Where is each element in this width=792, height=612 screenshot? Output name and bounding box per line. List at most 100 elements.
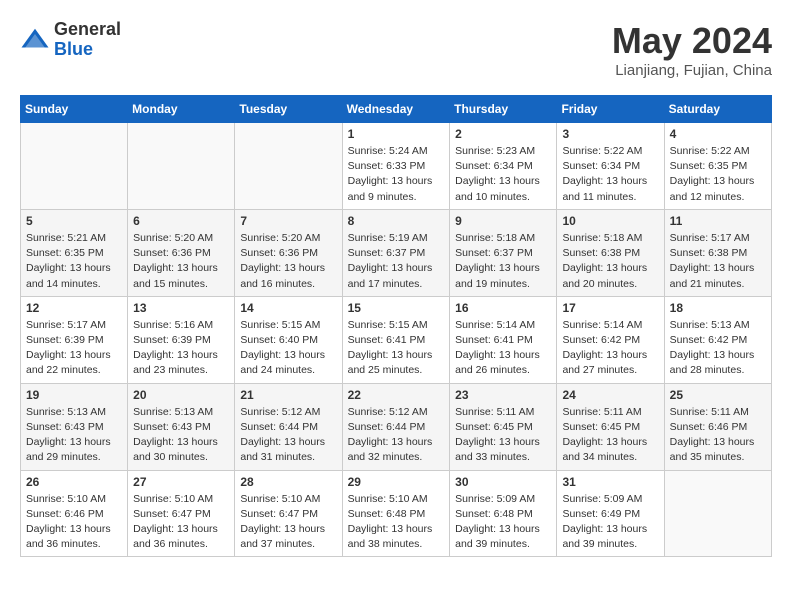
day-number: 25	[670, 388, 766, 402]
calendar-cell: 19 Sunrise: 5:13 AMSunset: 6:43 PMDayligh…	[21, 383, 128, 470]
calendar-cell: 14 Sunrise: 5:15 AMSunset: 6:40 PMDayligh…	[235, 296, 342, 383]
day-info: Sunrise: 5:10 AMSunset: 6:46 PMDaylight:…	[26, 492, 122, 553]
month-year: May 2024	[612, 20, 772, 62]
weekday-header: Monday	[128, 96, 235, 123]
weekday-header-row: SundayMondayTuesdayWednesdayThursdayFrid…	[21, 96, 772, 123]
day-number: 23	[455, 388, 551, 402]
calendar-week-row: 26 Sunrise: 5:10 AMSunset: 6:46 PMDayligh…	[21, 470, 772, 557]
day-info: Sunrise: 5:10 AMSunset: 6:47 PMDaylight:…	[133, 492, 229, 553]
day-number: 9	[455, 214, 551, 228]
day-info: Sunrise: 5:16 AMSunset: 6:39 PMDaylight:…	[133, 318, 229, 379]
day-number: 2	[455, 127, 551, 141]
day-number: 24	[562, 388, 658, 402]
day-number: 1	[348, 127, 445, 141]
day-info: Sunrise: 5:09 AMSunset: 6:49 PMDaylight:…	[562, 492, 658, 553]
day-info: Sunrise: 5:14 AMSunset: 6:41 PMDaylight:…	[455, 318, 551, 379]
calendar-cell: 10Sunrise: 5:18 AMSunset: 6:38 PMDayligh…	[557, 209, 664, 296]
day-info: Sunrise: 5:15 AMSunset: 6:40 PMDaylight:…	[240, 318, 336, 379]
calendar-cell: 29Sunrise: 5:10 AMSunset: 6:48 PMDayligh…	[342, 470, 450, 557]
calendar-cell: 2Sunrise: 5:23 AMSunset: 6:34 PMDaylight…	[450, 123, 557, 210]
day-info: Sunrise: 5:21 AMSunset: 6:35 PMDaylight:…	[26, 231, 122, 292]
logo-icon	[20, 25, 50, 55]
calendar-cell: 8Sunrise: 5:19 AMSunset: 6:37 PMDaylight…	[342, 209, 450, 296]
day-number: 12	[26, 301, 122, 315]
calendar-cell: 22Sunrise: 5:12 AMSunset: 6:44 PMDayligh…	[342, 383, 450, 470]
calendar-cell: 30 Sunrise: 5:09 AMSunset: 6:48 PMDayligh…	[450, 470, 557, 557]
day-number: 20	[133, 388, 229, 402]
page-header: General Blue May 2024 Lianjiang, Fujian,…	[20, 20, 772, 79]
calendar-cell	[664, 470, 771, 557]
day-info: Sunrise: 5:10 AMSunset: 6:47 PMDaylight:…	[240, 492, 336, 553]
logo-blue: Blue	[54, 40, 121, 60]
calendar-cell: 11 Sunrise: 5:17 AMSunset: 6:38 PMDayligh…	[664, 209, 771, 296]
day-number: 11	[670, 214, 766, 228]
day-info: Sunrise: 5:22 AMSunset: 6:35 PMDaylight:…	[670, 144, 766, 205]
day-info: Sunrise: 5:13 AMSunset: 6:43 PMDaylight:…	[133, 405, 229, 466]
location: Lianjiang, Fujian, China	[612, 62, 772, 79]
day-info: Sunrise: 5:18 AMSunset: 6:37 PMDaylight:…	[455, 231, 551, 292]
calendar-table: SundayMondayTuesdayWednesdayThursdayFrid…	[20, 95, 772, 557]
logo-general: General	[54, 20, 121, 40]
weekday-header: Friday	[557, 96, 664, 123]
day-info: Sunrise: 5:11 AMSunset: 6:45 PMDaylight:…	[562, 405, 658, 466]
calendar-cell: 24 Sunrise: 5:11 AMSunset: 6:45 PMDayligh…	[557, 383, 664, 470]
weekday-header: Wednesday	[342, 96, 450, 123]
calendar-cell: 23 Sunrise: 5:11 AMSunset: 6:45 PMDayligh…	[450, 383, 557, 470]
day-info: Sunrise: 5:14 AMSunset: 6:42 PMDaylight:…	[562, 318, 658, 379]
weekday-header: Sunday	[21, 96, 128, 123]
day-info: Sunrise: 5:13 AMSunset: 6:43 PMDaylight:…	[26, 405, 122, 466]
day-number: 26	[26, 475, 122, 489]
day-number: 21	[240, 388, 336, 402]
calendar-cell: 28 Sunrise: 5:10 AMSunset: 6:47 PMDayligh…	[235, 470, 342, 557]
calendar-cell: 3Sunrise: 5:22 AMSunset: 6:34 PMDaylight…	[557, 123, 664, 210]
calendar-cell: 31 Sunrise: 5:09 AMSunset: 6:49 PMDayligh…	[557, 470, 664, 557]
day-number: 28	[240, 475, 336, 489]
calendar-cell	[128, 123, 235, 210]
calendar-cell: 13 Sunrise: 5:16 AMSunset: 6:39 PMDayligh…	[128, 296, 235, 383]
calendar-cell	[235, 123, 342, 210]
day-info: Sunrise: 5:11 AMSunset: 6:45 PMDaylight:…	[455, 405, 551, 466]
day-info: Sunrise: 5:12 AMSunset: 6:44 PMDaylight:…	[240, 405, 336, 466]
day-number: 16	[455, 301, 551, 315]
calendar-cell: 26 Sunrise: 5:10 AMSunset: 6:46 PMDayligh…	[21, 470, 128, 557]
day-number: 18	[670, 301, 766, 315]
day-info: Sunrise: 5:12 AMSunset: 6:44 PMDaylight:…	[348, 405, 445, 466]
day-number: 15	[348, 301, 445, 315]
calendar-cell: 12 Sunrise: 5:17 AMSunset: 6:39 PMDayligh…	[21, 296, 128, 383]
day-info: Sunrise: 5:17 AMSunset: 6:39 PMDaylight:…	[26, 318, 122, 379]
day-number: 14	[240, 301, 336, 315]
day-number: 19	[26, 388, 122, 402]
calendar-cell: 15 Sunrise: 5:15 AMSunset: 6:41 PMDayligh…	[342, 296, 450, 383]
day-number: 13	[133, 301, 229, 315]
logo-text: General Blue	[54, 20, 121, 60]
calendar-cell: 4Sunrise: 5:22 AMSunset: 6:35 PMDaylight…	[664, 123, 771, 210]
calendar-cell: 5 Sunrise: 5:21 AMSunset: 6:35 PMDaylight…	[21, 209, 128, 296]
day-info: Sunrise: 5:10 AMSunset: 6:48 PMDaylight:…	[348, 492, 445, 553]
day-number: 31	[562, 475, 658, 489]
weekday-header: Tuesday	[235, 96, 342, 123]
weekday-header: Saturday	[664, 96, 771, 123]
day-info: Sunrise: 5:20 AMSunset: 6:36 PMDaylight:…	[133, 231, 229, 292]
calendar-week-row: 1 Sunrise: 5:24 AMSunset: 6:33 PMDaylight…	[21, 123, 772, 210]
logo: General Blue	[20, 20, 121, 60]
calendar-cell: 1 Sunrise: 5:24 AMSunset: 6:33 PMDaylight…	[342, 123, 450, 210]
calendar-cell: 27 Sunrise: 5:10 AMSunset: 6:47 PMDayligh…	[128, 470, 235, 557]
day-info: Sunrise: 5:20 AMSunset: 6:36 PMDaylight:…	[240, 231, 336, 292]
day-number: 7	[240, 214, 336, 228]
day-number: 6	[133, 214, 229, 228]
day-number: 27	[133, 475, 229, 489]
calendar-cell: 16 Sunrise: 5:14 AMSunset: 6:41 PMDayligh…	[450, 296, 557, 383]
day-info: Sunrise: 5:18 AMSunset: 6:38 PMDaylight:…	[562, 231, 658, 292]
day-info: Sunrise: 5:24 AMSunset: 6:33 PMDaylight:…	[348, 144, 445, 205]
calendar-cell: 20 Sunrise: 5:13 AMSunset: 6:43 PMDayligh…	[128, 383, 235, 470]
day-info: Sunrise: 5:19 AMSunset: 6:37 PMDaylight:…	[348, 231, 445, 292]
day-number: 5	[26, 214, 122, 228]
day-number: 30	[455, 475, 551, 489]
title-block: May 2024 Lianjiang, Fujian, China	[612, 20, 772, 79]
day-info: Sunrise: 5:09 AMSunset: 6:48 PMDaylight:…	[455, 492, 551, 553]
day-info: Sunrise: 5:17 AMSunset: 6:38 PMDaylight:…	[670, 231, 766, 292]
day-info: Sunrise: 5:15 AMSunset: 6:41 PMDaylight:…	[348, 318, 445, 379]
calendar-cell: 7 Sunrise: 5:20 AMSunset: 6:36 PMDaylight…	[235, 209, 342, 296]
calendar-cell: 25Sunrise: 5:11 AMSunset: 6:46 PMDayligh…	[664, 383, 771, 470]
calendar-cell: 17Sunrise: 5:14 AMSunset: 6:42 PMDayligh…	[557, 296, 664, 383]
